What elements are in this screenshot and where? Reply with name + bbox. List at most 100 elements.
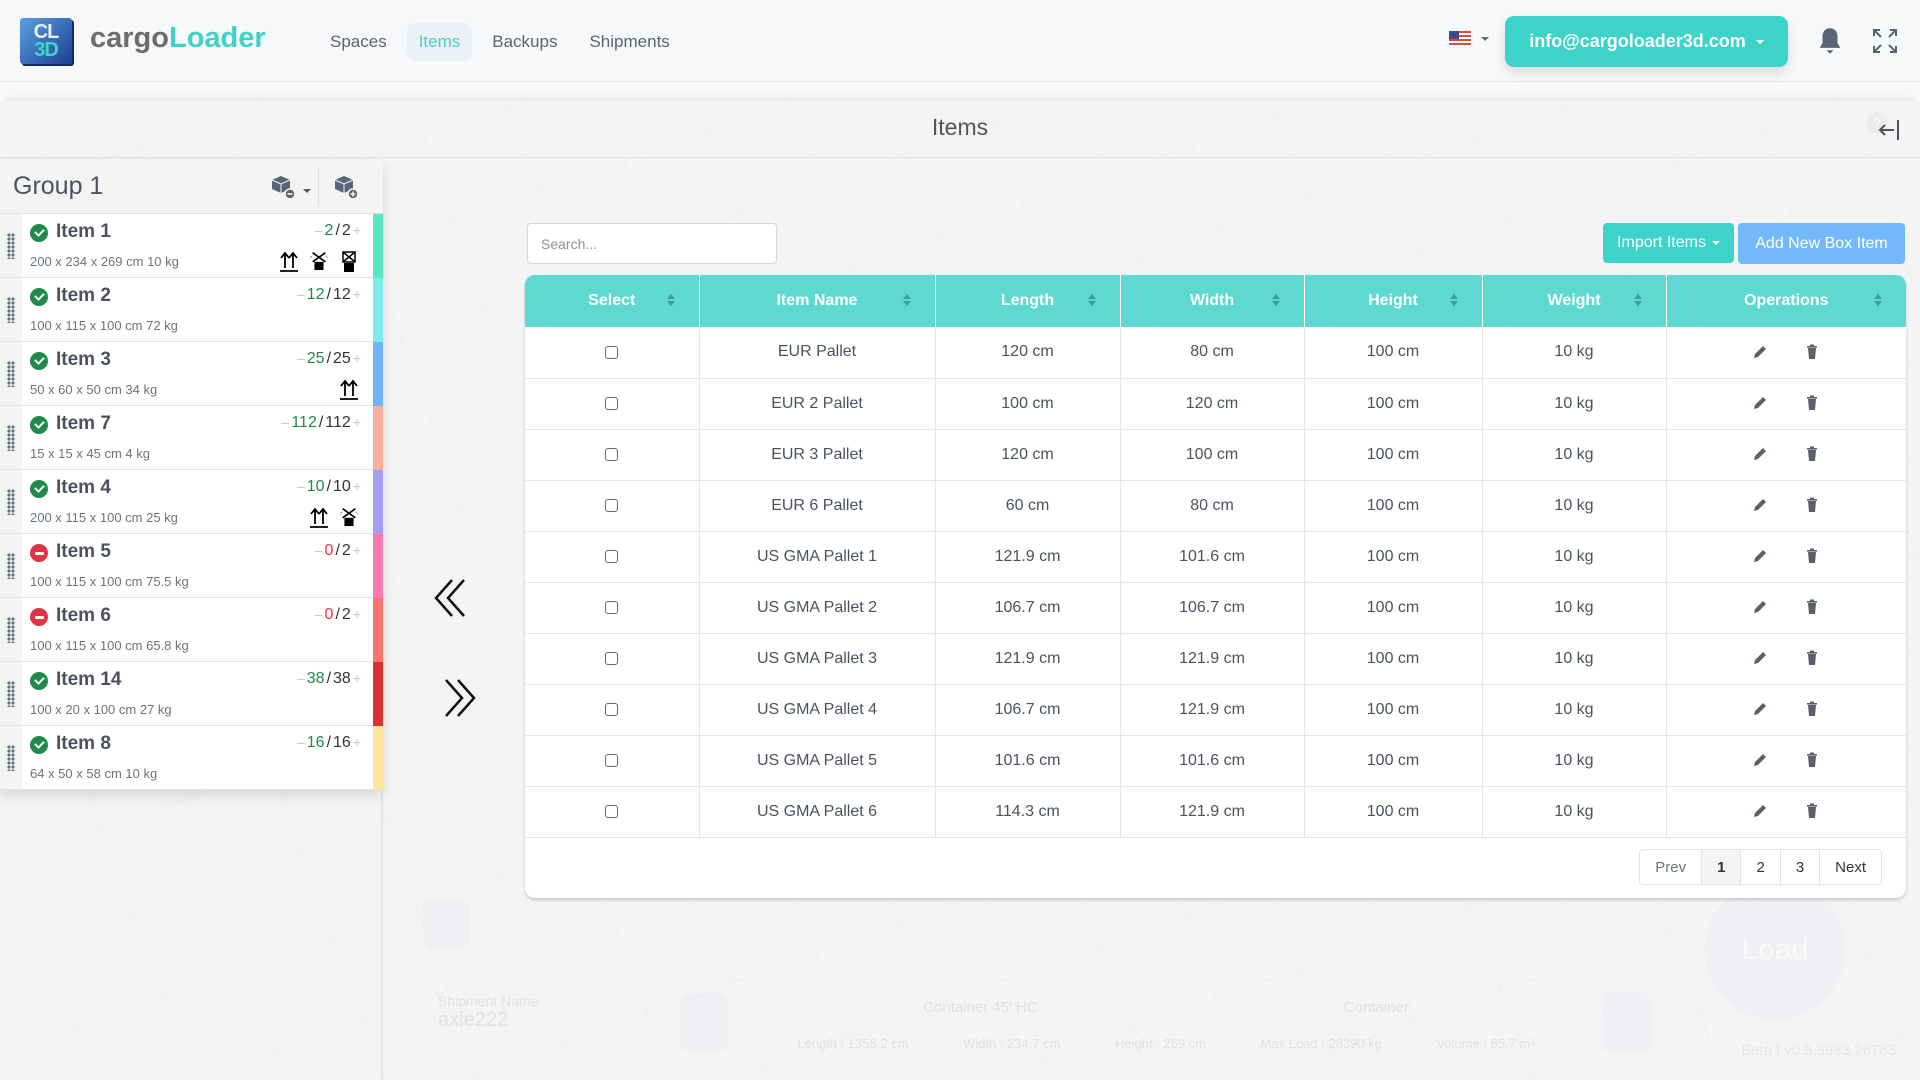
language-caret-icon[interactable] <box>1481 37 1489 41</box>
row-checkbox[interactable] <box>605 651 619 665</box>
page-3-button[interactable]: 3 <box>1781 850 1821 884</box>
trash-icon[interactable] <box>1803 649 1821 667</box>
page-2-button[interactable]: 2 <box>1741 850 1781 884</box>
decrement-button[interactable]: – <box>297 350 305 366</box>
trash-icon[interactable] <box>1803 547 1821 565</box>
decrement-button[interactable]: – <box>315 222 323 238</box>
row-checkbox[interactable] <box>605 600 619 614</box>
drag-handle[interactable] <box>0 598 22 661</box>
trash-icon[interactable] <box>1803 343 1821 361</box>
row-checkbox[interactable] <box>605 447 619 461</box>
app-logo[interactable]: CL 3D <box>20 18 72 64</box>
trash-icon[interactable] <box>1803 598 1821 616</box>
increment-button[interactable]: + <box>353 286 361 302</box>
col-weight[interactable]: Weight <box>1482 275 1667 327</box>
group-item-row[interactable]: Item 8 64 x 50 x 58 cm 10 kg – 16 / 16 + <box>0 726 383 790</box>
increment-button[interactable]: + <box>353 606 361 622</box>
bell-icon[interactable] <box>1816 26 1844 56</box>
row-checkbox[interactable] <box>605 498 619 512</box>
group-item-row[interactable]: Item 1 200 x 234 x 269 cm 10 kg – 2 / 2 … <box>0 214 383 278</box>
increment-button[interactable]: + <box>353 670 361 686</box>
group-item-row[interactable]: Item 2 100 x 115 x 100 cm 72 kg – 12 / 1… <box>0 278 383 342</box>
col-length[interactable]: Length <box>935 275 1121 327</box>
drag-handle[interactable] <box>0 470 22 533</box>
nav-backups[interactable]: Backups <box>480 23 569 61</box>
row-checkbox[interactable] <box>605 804 619 818</box>
next-page-button[interactable]: Next <box>1820 850 1881 884</box>
group-item-row[interactable]: Item 7 15 x 15 x 45 cm 4 kg – 112 / 112 … <box>0 406 383 470</box>
cube-minus-icon[interactable] <box>270 174 296 200</box>
pencil-icon[interactable] <box>1751 343 1769 361</box>
decrement-button[interactable]: – <box>297 286 305 302</box>
increment-button[interactable]: + <box>353 734 361 750</box>
drag-handle[interactable] <box>0 726 22 789</box>
item-color-swatch[interactable] <box>373 214 383 278</box>
trash-icon[interactable] <box>1803 445 1821 463</box>
decrement-button[interactable]: – <box>282 414 290 430</box>
brand-name[interactable]: cargoLoader <box>90 22 266 55</box>
decrement-button[interactable]: – <box>315 542 323 558</box>
drag-handle[interactable] <box>0 342 22 405</box>
col-item-name[interactable]: Item Name <box>699 275 936 327</box>
item-color-swatch[interactable] <box>373 470 383 534</box>
double-chevron-right-icon[interactable] <box>438 676 478 720</box>
item-color-swatch[interactable] <box>373 534 383 598</box>
trash-icon[interactable] <box>1803 496 1821 514</box>
pencil-icon[interactable] <box>1751 802 1769 820</box>
increment-button[interactable]: + <box>353 478 361 494</box>
pencil-icon[interactable] <box>1751 394 1769 412</box>
increment-button[interactable]: + <box>353 222 361 238</box>
group-item-row[interactable]: Item 14 100 x 20 x 100 cm 27 kg – 38 / 3… <box>0 662 383 726</box>
drag-handle[interactable] <box>0 278 22 341</box>
trash-icon[interactable] <box>1803 751 1821 769</box>
drag-handle[interactable] <box>0 662 22 725</box>
decrement-button[interactable]: – <box>315 606 323 622</box>
us-flag-icon[interactable] <box>1449 31 1471 47</box>
trash-icon[interactable] <box>1803 802 1821 820</box>
item-color-swatch[interactable] <box>373 278 383 342</box>
item-color-swatch[interactable] <box>373 342 383 406</box>
pencil-icon[interactable] <box>1751 547 1769 565</box>
nav-spaces[interactable]: Spaces <box>318 23 399 61</box>
decrement-button[interactable]: – <box>297 734 305 750</box>
nav-items[interactable]: Items <box>406 23 473 61</box>
pencil-icon[interactable] <box>1751 700 1769 718</box>
decrement-button[interactable]: – <box>297 670 305 686</box>
decrement-button[interactable]: – <box>297 478 305 494</box>
increment-button[interactable]: + <box>353 414 361 430</box>
account-dropdown-button[interactable]: info@cargoloader3d.com <box>1505 16 1788 67</box>
item-color-swatch[interactable] <box>373 598 383 662</box>
row-checkbox[interactable] <box>605 753 619 767</box>
fullscreen-icon[interactable] <box>1871 27 1899 55</box>
col-select[interactable]: Select <box>525 275 700 327</box>
col-operations[interactable]: Operations <box>1666 275 1906 327</box>
cube-plus-icon[interactable] <box>333 174 359 200</box>
row-checkbox[interactable] <box>605 396 619 410</box>
col-width[interactable]: Width <box>1120 275 1305 327</box>
row-checkbox[interactable] <box>605 702 619 716</box>
pencil-icon[interactable] <box>1751 649 1769 667</box>
group-item-row[interactable]: Item 4 200 x 115 x 100 cm 25 kg – 10 / 1… <box>0 470 383 534</box>
double-chevron-left-icon[interactable] <box>432 576 472 620</box>
item-color-swatch[interactable] <box>373 406 383 470</box>
pencil-icon[interactable] <box>1751 751 1769 769</box>
prev-page-button[interactable]: Prev <box>1640 850 1703 884</box>
drag-handle[interactable] <box>0 534 22 597</box>
collapse-left-icon[interactable] <box>1876 116 1906 144</box>
increment-button[interactable]: + <box>353 350 361 366</box>
trash-icon[interactable] <box>1803 394 1821 412</box>
group-item-row[interactable]: Item 5 100 x 115 x 100 cm 75.5 kg – 0 / … <box>0 534 383 598</box>
import-items-button[interactable]: Import Items <box>1603 223 1734 263</box>
item-color-swatch[interactable] <box>373 662 383 726</box>
page-1-button[interactable]: 1 <box>1702 850 1742 884</box>
pencil-icon[interactable] <box>1751 496 1769 514</box>
increment-button[interactable]: + <box>353 542 361 558</box>
row-checkbox[interactable] <box>605 549 619 563</box>
trash-icon[interactable] <box>1803 700 1821 718</box>
group-options-caret-icon[interactable] <box>303 189 311 193</box>
pencil-icon[interactable] <box>1751 598 1769 616</box>
group-item-row[interactable]: Item 3 50 x 60 x 50 cm 34 kg – 25 / 25 + <box>0 342 383 406</box>
add-new-box-item-button[interactable]: Add New Box Item <box>1738 223 1905 264</box>
item-color-swatch[interactable] <box>373 726 383 790</box>
group-item-row[interactable]: Item 6 100 x 115 x 100 cm 65.8 kg – 0 / … <box>0 598 383 662</box>
